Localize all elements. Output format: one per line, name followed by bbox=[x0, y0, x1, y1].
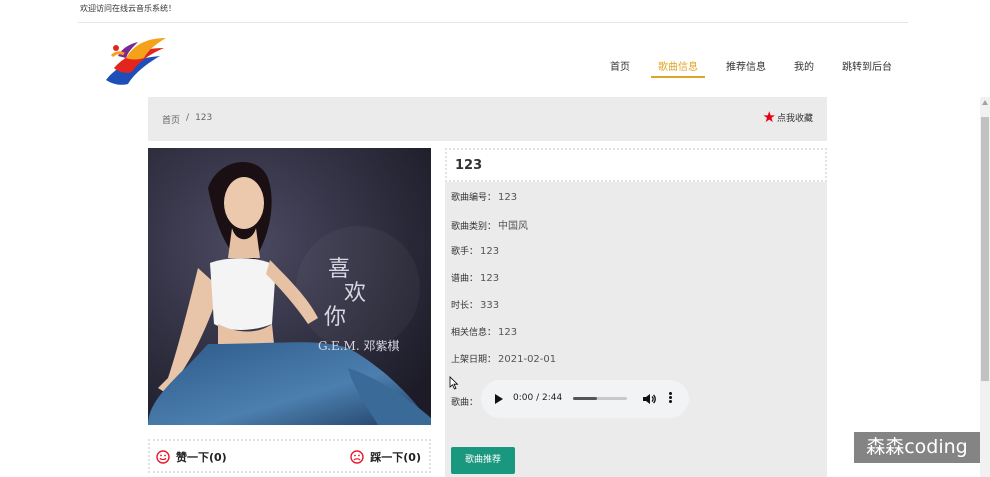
site-logo[interactable] bbox=[104, 34, 170, 88]
album-cover: 喜 欢 你 G.E.M. 邓紫棋 bbox=[148, 148, 431, 425]
mouse-cursor-icon bbox=[449, 376, 459, 390]
breadcrumb: 首页 / 123 bbox=[162, 113, 212, 126]
field-label: 歌曲类别： bbox=[451, 222, 497, 232]
favorite-button[interactable]: ★ 点我收藏 bbox=[762, 108, 813, 126]
song-info-panel: 123 歌曲编号： 123 歌曲类别： 中国风 歌手： 123 谱曲： 123 时长： 3… bbox=[445, 148, 827, 477]
breadcrumb-bar: 首页 / 123 ★ 点我收藏 bbox=[148, 97, 827, 141]
song-title: 123 bbox=[455, 158, 483, 173]
star-icon: ★ bbox=[762, 108, 776, 126]
logo-graphic bbox=[106, 38, 166, 85]
field-label: 谱曲： bbox=[451, 274, 479, 284]
song-title-box: 123 bbox=[445, 148, 827, 182]
field-related-info: 相关信息： 123 bbox=[451, 325, 517, 338]
breadcrumb-separator: / bbox=[186, 113, 190, 123]
header: 首页 歌曲信息 推荐信息 我的 跳转到后台 bbox=[78, 24, 908, 96]
dislike-label: 踩一下(0) bbox=[370, 451, 421, 464]
nav-song-info[interactable]: 歌曲信息 bbox=[651, 58, 705, 78]
cover-title-3: 你 bbox=[324, 305, 346, 330]
field-value: 2021-02-01 bbox=[498, 354, 557, 365]
audio-row: 歌曲： 0:00 / 2:44 bbox=[451, 380, 701, 420]
breadcrumb-home[interactable]: 首页 bbox=[162, 113, 180, 126]
field-value: 123 bbox=[480, 246, 500, 257]
frown-icon bbox=[350, 450, 364, 464]
field-release-date: 上架日期： 2021-02-01 bbox=[451, 352, 556, 365]
favorite-label: 点我收藏 bbox=[776, 114, 813, 124]
cover-title-1: 喜 bbox=[328, 257, 350, 282]
field-label: 时长： bbox=[451, 301, 479, 311]
smile-icon bbox=[156, 450, 170, 464]
field-label: 歌手： bbox=[451, 247, 479, 257]
watermark: 森森coding bbox=[854, 432, 980, 463]
audio-time: 0:00 / 2:44 bbox=[513, 393, 563, 403]
volume-icon[interactable] bbox=[642, 392, 656, 406]
field-label: 相关信息： bbox=[451, 328, 497, 338]
scrollbar-thumb[interactable] bbox=[981, 117, 989, 381]
like-button[interactable]: 赞一下(0) bbox=[156, 449, 227, 465]
cover-artist: G.E.M. 邓紫棋 bbox=[318, 339, 399, 353]
field-song-id: 歌曲编号： 123 bbox=[451, 190, 517, 203]
nav-mine[interactable]: 我的 bbox=[794, 58, 814, 78]
nav-recommend[interactable]: 推荐信息 bbox=[726, 58, 766, 78]
breadcrumb-current: 123 bbox=[195, 113, 213, 123]
field-composer: 谱曲： 123 bbox=[451, 271, 499, 284]
field-value: 333 bbox=[480, 300, 500, 311]
welcome-text: 欢迎访问在线云音乐系统！ bbox=[80, 4, 176, 13]
cover-illustration: 喜 欢 你 G.E.M. 邓紫棋 bbox=[148, 148, 431, 425]
more-options-icon[interactable] bbox=[667, 392, 673, 406]
audio-progress[interactable] bbox=[573, 397, 627, 400]
scroll-up-arrow-icon[interactable] bbox=[982, 100, 988, 105]
field-label: 上架日期： bbox=[451, 355, 497, 365]
main-nav: 首页 歌曲信息 推荐信息 我的 跳转到后台 bbox=[582, 58, 892, 78]
audio-player[interactable]: 0:00 / 2:44 bbox=[481, 380, 689, 418]
field-category: 歌曲类别： 中国风 bbox=[451, 217, 528, 232]
field-value: 中国风 bbox=[498, 221, 529, 232]
top-bar: 欢迎访问在线云音乐系统！ bbox=[78, 0, 908, 23]
cover-title-2: 欢 bbox=[344, 281, 366, 306]
nav-admin[interactable]: 跳转到后台 bbox=[842, 58, 892, 78]
dislike-button[interactable]: 踩一下(0) bbox=[350, 449, 421, 465]
field-duration: 时长： 333 bbox=[451, 298, 499, 311]
like-label: 赞一下(0) bbox=[176, 451, 227, 464]
field-label: 歌曲编号： bbox=[451, 193, 497, 203]
field-value: 123 bbox=[480, 273, 500, 284]
field-singer: 歌手： 123 bbox=[451, 244, 499, 257]
nav-home[interactable]: 首页 bbox=[610, 58, 630, 78]
field-value: 123 bbox=[498, 192, 518, 203]
vote-bar: 赞一下(0) 踩一下(0) bbox=[148, 439, 431, 473]
page-scrollbar[interactable] bbox=[980, 97, 990, 477]
audio-progress-fill bbox=[573, 397, 598, 400]
recommend-button[interactable]: 歌曲推荐 bbox=[451, 447, 515, 474]
play-icon[interactable] bbox=[495, 394, 503, 404]
audio-label: 歌曲： bbox=[451, 398, 479, 408]
field-value: 123 bbox=[498, 327, 518, 338]
